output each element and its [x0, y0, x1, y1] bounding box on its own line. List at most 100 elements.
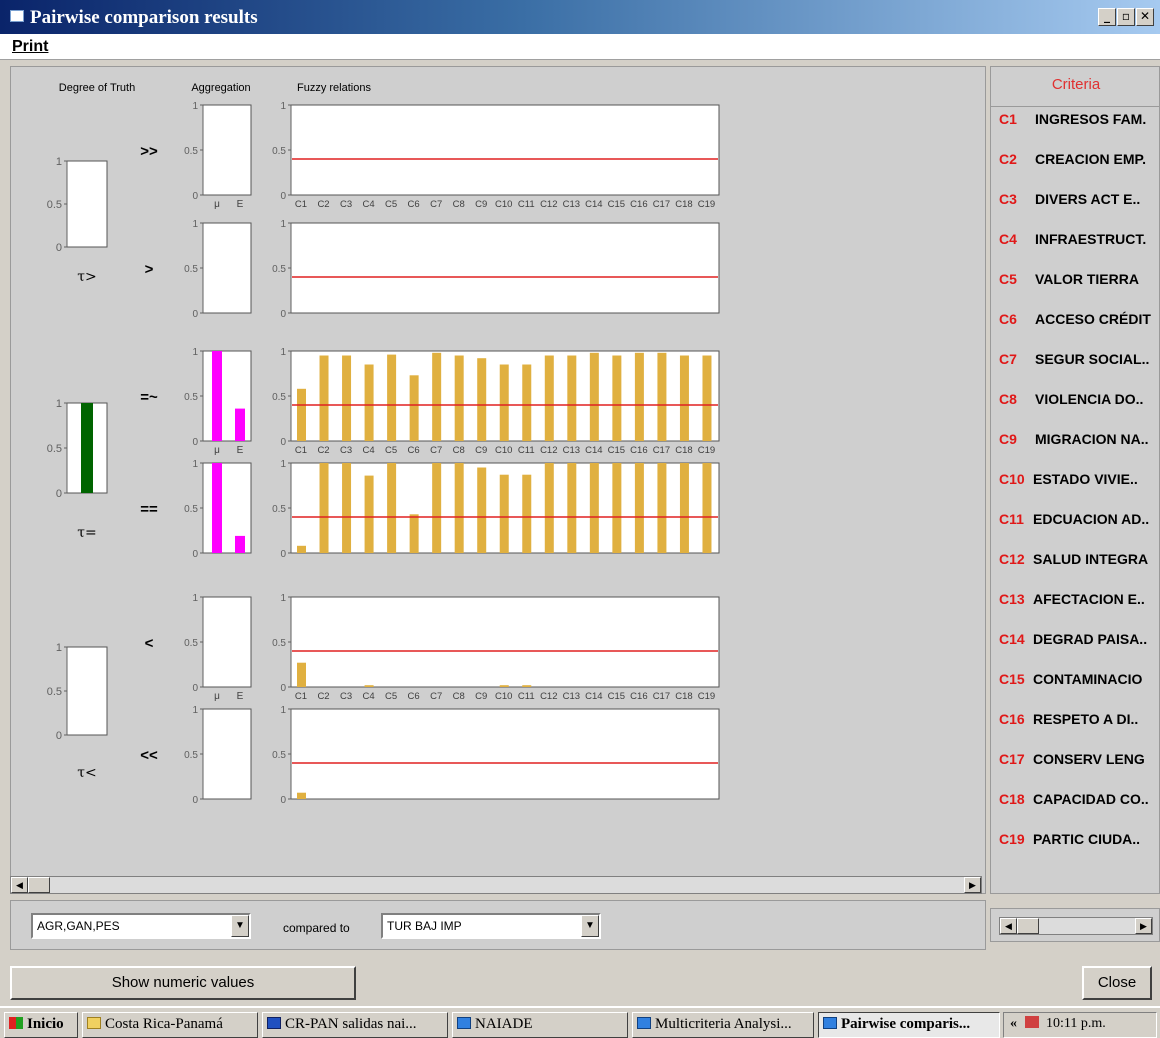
criteria-name: CREACION EMP. — [1035, 151, 1146, 167]
charts-panel: Degree of Truth Aggregation Fuzzy relation… — [10, 66, 986, 894]
folder-icon — [87, 1017, 101, 1029]
alternative-left-select[interactable]: AGR,GAN,PES ▼ — [31, 913, 251, 939]
alternative-right-select[interactable]: TUR BAJ IMP ▼ — [381, 913, 601, 939]
y-tick-label: 1 — [56, 398, 62, 410]
aggregation-x-label: E — [237, 199, 244, 210]
dropdown-arrow-icon[interactable]: ▼ — [581, 915, 599, 937]
taskbar-item[interactable]: NAIADE — [452, 1012, 628, 1038]
taskbar-item-active[interactable]: Pairwise comparis... — [818, 1012, 1000, 1038]
aggregation-x-label: E — [237, 445, 244, 456]
fuzzy-chart-box — [290, 708, 720, 800]
scroll-thumb[interactable] — [28, 877, 50, 893]
criteria-scroll-panel: ◀ ▶ — [990, 908, 1160, 942]
charts-canvas: Degree of Truth Aggregation Fuzzy relation… — [47, 82, 720, 806]
minimize-button[interactable]: _ — [1098, 8, 1116, 26]
main-horizontal-scrollbar[interactable]: ◀ ▶ — [10, 876, 982, 894]
relation-symbol: << — [140, 747, 158, 764]
criteria-name: MIGRACION NA.. — [1035, 431, 1149, 447]
fuzzy-x-label: C15 — [608, 199, 625, 210]
criteria-item-c8: C8 VIOLENCIA DO.. — [999, 391, 1159, 407]
y-tick-label: 0 — [192, 309, 198, 320]
scroll-thumb[interactable] — [1017, 918, 1039, 934]
scroll-right-button[interactable]: ▶ — [1135, 918, 1152, 934]
aggregation-x-label: μ — [214, 199, 220, 210]
y-tick-label: 0.5 — [272, 146, 286, 157]
criteria-name: VIOLENCIA DO.. — [1035, 391, 1144, 407]
fuzzy-x-label: C18 — [675, 691, 692, 702]
fuzzy-bar — [544, 463, 554, 553]
taskbar-item[interactable]: CR-PAN salidas nai... — [262, 1012, 448, 1038]
taskbar-item-label: Pairwise comparis... — [841, 1016, 971, 1032]
network-icon[interactable] — [1024, 1016, 1039, 1028]
close-button[interactable]: Close — [1082, 966, 1152, 1000]
fuzzy-x-label: C17 — [653, 199, 670, 210]
degree-label: τ= — [77, 525, 96, 541]
criteria-item-c5: C5 VALOR TIERRA — [999, 271, 1159, 287]
fuzzy-x-label: C16 — [630, 445, 647, 456]
scroll-right-button[interactable]: ▶ — [964, 877, 981, 893]
y-tick-label: 0 — [192, 437, 198, 448]
criteria-code: C8 — [999, 391, 1017, 407]
criteria-name: AFECTACION E.. — [1033, 591, 1145, 607]
criteria-panel: Criteria C1 INGRESOS FAM. C2 CREACION EMP. C… — [990, 66, 1160, 894]
criteria-code: C3 — [999, 191, 1017, 207]
naiade-icon — [457, 1017, 471, 1029]
show-numeric-values-button[interactable]: Show numeric values — [10, 966, 356, 1000]
y-tick-label: 0.5 — [47, 686, 62, 698]
windows-logo-icon — [9, 1017, 23, 1029]
criteria-item-c6: C6 ACCESO CRÉDIT — [999, 311, 1159, 327]
fuzzy-x-label: C10 — [495, 199, 512, 210]
y-tick-label: 1 — [280, 705, 286, 716]
start-button[interactable]: Inicio — [4, 1012, 78, 1038]
fuzzy-x-label: C2 — [317, 445, 329, 456]
scroll-left-button[interactable]: ◀ — [11, 877, 28, 893]
fuzzy-x-label: C16 — [630, 199, 647, 210]
fuzzy-bar — [477, 358, 487, 441]
scroll-left-button[interactable]: ◀ — [1000, 918, 1017, 934]
criteria-code: C10 — [999, 471, 1025, 487]
fuzzy-x-label: C7 — [430, 199, 442, 210]
criteria-code: C14 — [999, 631, 1025, 647]
clock: 10:11 p.m. — [1046, 1016, 1106, 1031]
criteria-name: CONSERV LENG — [1033, 751, 1145, 767]
fuzzy-x-label: C19 — [698, 691, 715, 702]
fuzzy-bar — [409, 514, 419, 553]
fuzzy-bar — [387, 354, 397, 441]
criteria-code: C19 — [999, 831, 1025, 847]
criteria-code: C5 — [999, 271, 1017, 287]
degree-label: τ> — [77, 269, 96, 285]
dropdown-arrow-icon[interactable]: ▼ — [231, 915, 249, 937]
comparison-bar: AGR,GAN,PES ▼ compared to TUR BAJ IMP ▼ — [10, 900, 986, 950]
menu-print[interactable]: Print — [12, 38, 48, 56]
aggregation-x-label: μ — [214, 691, 220, 702]
aggregation-bar — [212, 351, 222, 441]
maximize-button[interactable]: ▫ — [1117, 8, 1135, 26]
fuzzy-x-label: C14 — [585, 445, 602, 456]
naiade-icon — [637, 1017, 651, 1029]
fuzzy-x-label: C4 — [363, 445, 375, 456]
fuzzy-bar — [364, 364, 374, 441]
y-tick-label: 0 — [192, 795, 198, 806]
taskbar-item[interactable]: Costa Rica-Panamá — [82, 1012, 258, 1038]
criteria-code: C15 — [999, 671, 1025, 687]
degree-chart-box — [66, 646, 108, 736]
fuzzy-x-label: C17 — [653, 691, 670, 702]
fuzzy-x-label: C9 — [475, 691, 487, 702]
fuzzy-x-label: C19 — [698, 445, 715, 456]
y-tick-label: 0.5 — [184, 638, 198, 649]
fuzzy-chart-box — [290, 222, 720, 314]
fuzzy-bar — [387, 463, 397, 553]
fuzzy-bar — [297, 792, 306, 799]
y-tick-label: 0.5 — [184, 750, 198, 761]
fuzzy-chart-box — [290, 104, 720, 196]
tray-expand-icon[interactable]: « — [1010, 1016, 1017, 1031]
criteria-name: CAPACIDAD CO.. — [1033, 791, 1149, 807]
fuzzy-x-label: C1 — [295, 445, 307, 456]
criteria-horizontal-scrollbar[interactable]: ◀ ▶ — [999, 917, 1153, 935]
fuzzy-x-label: C2 — [317, 199, 329, 210]
y-tick-label: 0 — [56, 242, 62, 254]
taskbar-item[interactable]: Multicriteria Analysi... — [632, 1012, 814, 1038]
y-tick-label: 0.5 — [184, 504, 198, 515]
fuzzy-bar — [634, 352, 644, 441]
close-window-button[interactable]: ✕ — [1136, 8, 1154, 26]
